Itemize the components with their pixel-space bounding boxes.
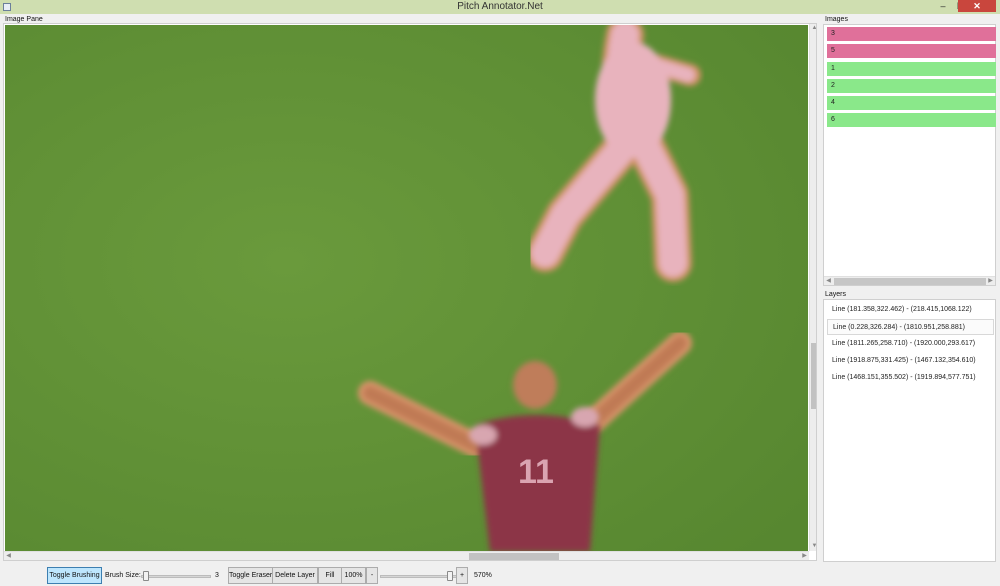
scroll-down-icon[interactable]: ▼ <box>810 542 816 551</box>
image-canvas[interactable]: 11 <box>5 25 808 552</box>
close-icon[interactable]: ✕ <box>958 0 996 12</box>
images-horizontal-scrollbar[interactable]: ◀ ▶ <box>824 276 995 285</box>
zoom-out-button[interactable]: - <box>366 567 378 584</box>
layer-list-item[interactable]: Line (1918.875,331.425) - (1467.132,354.… <box>827 353 994 369</box>
image-pane-label: Image Pane <box>5 16 43 23</box>
image-pane-vertical-scrollbar[interactable]: ▲ ▼ <box>809 24 816 551</box>
scroll-right-icon[interactable]: ▶ <box>986 277 995 286</box>
minimize-icon[interactable]: – <box>936 0 950 12</box>
image-list-item[interactable]: 1 <box>827 62 996 76</box>
title-bar: Pitch Annotator.Net – ❐ ✕ <box>0 0 1000 14</box>
scroll-left-icon[interactable]: ◀ <box>824 277 833 286</box>
layers-panel-label: Layers <box>825 291 847 298</box>
layers-list: Line (181.358,322.462) - (218.415,1068.1… <box>823 299 996 562</box>
images-list: 3 5 1 2 4 6 ◀ ▶ <box>823 24 996 286</box>
scroll-up-icon[interactable]: ▲ <box>810 24 816 33</box>
brush-size-slider-track[interactable] <box>141 575 211 578</box>
window-title: Pitch Annotator.Net <box>457 1 543 12</box>
jersey-number: 11 <box>518 453 554 491</box>
brush-size-slider-thumb[interactable] <box>142 571 149 581</box>
layer-list-item[interactable]: Line (1468.151,355.502) - (1919.894,577.… <box>827 370 994 386</box>
vertical-scroll-thumb[interactable] <box>811 343 816 409</box>
layer-list-item-selected[interactable]: Line (0.228,326.284) - (1810.951,258.881… <box>827 319 994 335</box>
scroll-left-icon[interactable]: ◀ <box>4 552 13 560</box>
pitch-image[interactable]: 11 <box>5 25 808 552</box>
layer-list-item[interactable]: Line (181.358,322.462) - (218.415,1068.1… <box>827 302 994 318</box>
horizontal-scroll-thumb[interactable] <box>469 553 559 560</box>
grass-background <box>5 25 808 552</box>
image-pane: 11 ▲ ▼ ◀ ▶ <box>3 23 817 561</box>
images-scroll-thumb[interactable] <box>834 278 986 285</box>
fill-button[interactable]: Fill <box>318 567 342 584</box>
image-list-item[interactable]: 3 <box>827 27 996 41</box>
zoom-slider-track[interactable] <box>380 575 457 578</box>
zoom-value: 570% <box>474 572 492 579</box>
image-pane-horizontal-scrollbar[interactable]: ◀ ▶ <box>4 551 809 560</box>
scroll-right-icon[interactable]: ▶ <box>800 552 809 560</box>
image-list-item[interactable]: 5 <box>827 44 996 58</box>
images-panel-label: Images <box>825 16 848 23</box>
delete-layer-button[interactable]: Delete Layer <box>272 567 318 584</box>
toggle-eraser-button[interactable]: Toggle Eraser <box>228 567 273 584</box>
image-list-item[interactable]: 2 <box>827 79 996 93</box>
toggle-brushing-button[interactable]: Toggle Brushing <box>47 567 102 584</box>
brush-size-label: Brush Size: <box>105 572 141 579</box>
zoom-in-button[interactable]: + <box>456 567 468 584</box>
zoom-reset-button[interactable]: 100% <box>341 567 366 584</box>
brush-size-value: 3 <box>215 572 219 579</box>
image-list-item[interactable]: 4 <box>827 96 996 110</box>
zoom-slider-thumb[interactable] <box>447 571 454 581</box>
image-list-item[interactable]: 6 <box>827 113 996 127</box>
layer-list-item[interactable]: Line (1811.265,258.710) - (1920.000,293.… <box>827 336 994 352</box>
